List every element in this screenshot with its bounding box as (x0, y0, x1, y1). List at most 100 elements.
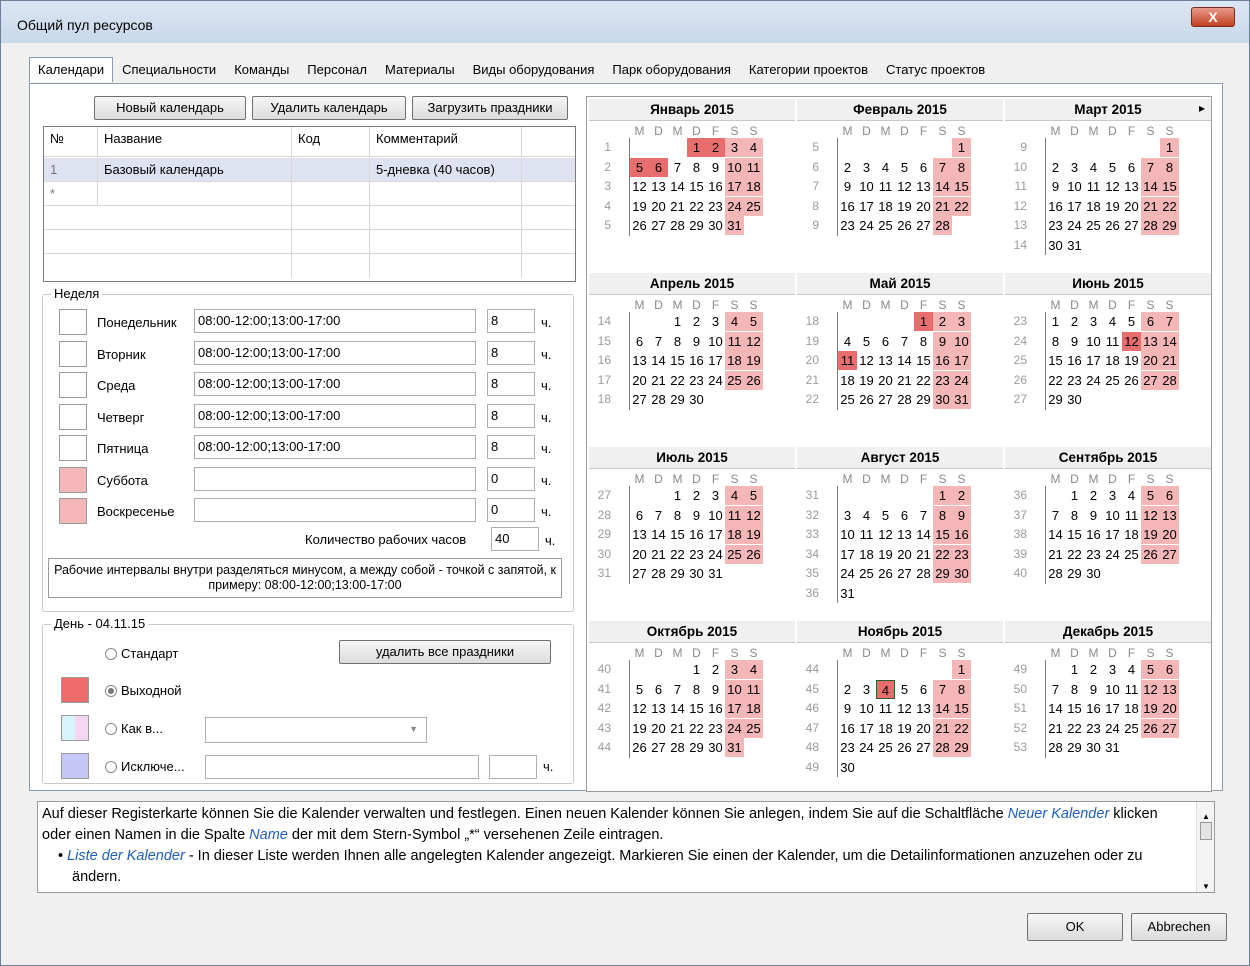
calendar-day[interactable]: 3 (952, 312, 971, 331)
radio-like[interactable] (105, 723, 117, 735)
calendar-day[interactable]: 2 (838, 680, 857, 699)
calendar-day[interactable]: 25 (857, 564, 876, 583)
calendar-day[interactable]: 6 (876, 332, 895, 351)
calendar-day[interactable]: 4 (725, 486, 744, 505)
calendar-day[interactable]: 10 (857, 177, 876, 196)
calendar-day[interactable]: 8 (687, 158, 706, 177)
calendar-day[interactable]: 26 (1141, 544, 1160, 564)
cell-name[interactable]: Базовый календарь (98, 158, 292, 182)
calendar-day[interactable]: 3 (1065, 158, 1084, 177)
calendar-day[interactable]: 13 (630, 351, 649, 370)
new-calendar-link[interactable]: Neuer Kalender (1008, 806, 1110, 822)
calendar-day[interactable]: 6 (649, 157, 668, 177)
calendar-day[interactable]: 29 (668, 564, 687, 583)
calendar-day[interactable]: 3 (725, 660, 744, 679)
calendar-day[interactable]: 18 (1122, 525, 1141, 544)
calendar-day[interactable]: 18 (876, 197, 895, 216)
calendar-day[interactable]: 22 (687, 719, 706, 738)
calendar-day[interactable]: 10 (952, 331, 971, 351)
exception-interval-field[interactable] (205, 755, 479, 779)
day-hours-field[interactable]: 0 (487, 466, 535, 491)
calendar-day[interactable]: 1 (914, 312, 933, 331)
calendar-day[interactable]: 11 (876, 699, 895, 718)
calendar-day[interactable]: 10 (1103, 680, 1122, 699)
calendar-day[interactable]: 23 (838, 738, 857, 757)
calendar-day[interactable]: 3 (857, 158, 876, 177)
calendar-day[interactable]: 4 (876, 158, 895, 177)
calendar-day[interactable]: 19 (744, 351, 763, 370)
calendar-day[interactable]: 5 (895, 680, 914, 699)
calendar-day[interactable]: 8 (1046, 332, 1065, 351)
calendar-day[interactable]: 16 (838, 719, 857, 738)
calendar-day[interactable]: 1 (1065, 486, 1084, 505)
calendar-day[interactable]: 5 (1141, 486, 1160, 505)
calendar-day[interactable]: 22 (933, 544, 952, 564)
calendar-day[interactable]: 15 (1046, 351, 1065, 370)
calendar-day[interactable]: 20 (1122, 197, 1141, 216)
calendar-day[interactable]: 16 (687, 525, 706, 544)
calendar-day[interactable]: 11 (725, 331, 744, 351)
cell-code[interactable] (292, 158, 370, 182)
scroll-thumb[interactable] (1200, 822, 1212, 840)
load-holidays-button[interactable]: Загрузить праздники (412, 96, 568, 120)
calendar-day[interactable]: 10 (706, 332, 725, 351)
calendar-day[interactable]: 30 (706, 738, 725, 757)
calendar-day[interactable]: 7 (1160, 312, 1179, 331)
calendar-day[interactable]: 23 (838, 216, 857, 235)
calendar-day[interactable]: 26 (630, 738, 649, 757)
calendar-day[interactable]: 26 (895, 738, 914, 757)
day-hours-field[interactable]: 8 (487, 309, 535, 333)
calendar-day[interactable]: 24 (706, 545, 725, 564)
calendar-day[interactable]: 26 (1122, 371, 1141, 390)
like-dropdown[interactable]: ▼ (205, 717, 427, 743)
calendar-day[interactable]: 21 (649, 545, 668, 564)
calendar-day[interactable]: 13 (649, 699, 668, 718)
tab-1[interactable]: Специальности (113, 59, 225, 81)
calendar-day[interactable]: 15 (952, 177, 971, 196)
calendar-day[interactable]: 21 (1046, 719, 1065, 738)
calendar-day[interactable]: 5 (744, 486, 763, 505)
calendar-day[interactable]: 2 (838, 158, 857, 177)
calendar-day[interactable]: 15 (933, 525, 952, 544)
calendar-day[interactable]: 23 (1084, 545, 1103, 564)
calendar-day[interactable]: 22 (1160, 196, 1179, 216)
day-interval-field[interactable]: 08:00-12:00;13:00-17:00 (194, 309, 476, 333)
calendar-day[interactable]: 1 (933, 486, 952, 505)
calendar-day[interactable]: 20 (630, 545, 649, 564)
calendar-day[interactable]: 30 (1084, 564, 1103, 583)
calendar-day[interactable]: 6 (1160, 660, 1179, 679)
calendar-day[interactable]: 28 (649, 564, 668, 583)
tab-2[interactable]: Команды (225, 59, 298, 81)
calendar-day[interactable]: 21 (933, 196, 952, 216)
calendar-day[interactable]: 29 (687, 738, 706, 757)
cell-empty[interactable] (292, 182, 370, 206)
tab-3[interactable]: Персонал (298, 59, 376, 81)
calendar-day[interactable]: 14 (1141, 177, 1160, 196)
calendar-day[interactable]: 31 (725, 738, 744, 757)
calendar-day[interactable]: 24 (857, 738, 876, 757)
calendar-day[interactable]: 24 (1103, 545, 1122, 564)
calendar-day[interactable]: 1 (952, 660, 971, 679)
calendar-day[interactable]: 24 (1084, 371, 1103, 390)
calendar-day[interactable]: 26 (895, 216, 914, 235)
calendar-day[interactable]: 17 (857, 197, 876, 216)
calendar-day[interactable]: 21 (1160, 351, 1179, 370)
calendar-day[interactable]: 12 (1141, 505, 1160, 525)
calendar-day[interactable]: 21 (1046, 545, 1065, 564)
calendar-day[interactable]: 6 (649, 680, 668, 699)
calendar-day[interactable]: 1 (668, 486, 687, 505)
calendar-day[interactable]: 7 (649, 506, 668, 525)
calendar-day[interactable]: 25 (1084, 216, 1103, 235)
calendar-day[interactable]: 9 (838, 177, 857, 196)
calendar-day[interactable]: 3 (1103, 660, 1122, 679)
calendar-day[interactable]: 21 (668, 719, 687, 738)
calendar-day[interactable]: 5 (895, 158, 914, 177)
calendar-day[interactable]: 31 (952, 390, 971, 409)
calendar-day[interactable]: 30 (1084, 738, 1103, 757)
calendar-day[interactable]: 1 (687, 660, 706, 679)
calendar-day[interactable]: 20 (876, 371, 895, 390)
calendar-day[interactable]: 11 (1103, 332, 1122, 351)
calendar-day[interactable]: 25 (876, 216, 895, 235)
calendar-day[interactable]: 3 (1103, 486, 1122, 505)
calendar-day[interactable]: 5 (857, 332, 876, 351)
